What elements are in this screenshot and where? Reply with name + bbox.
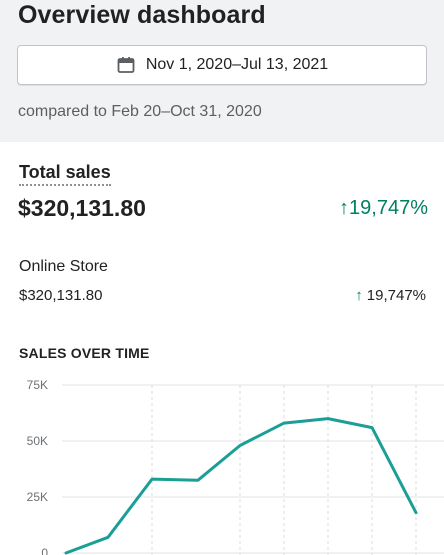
online-store-change: ↑ 19,747% (355, 287, 426, 304)
calendar-icon (116, 55, 136, 75)
chart-grid (62, 384, 444, 555)
chart-title: SALES OVER TIME (19, 345, 150, 361)
online-store-label: Online Store (19, 258, 108, 275)
sales-line (64, 417, 418, 555)
up-arrow-icon: ↑ (355, 287, 363, 304)
date-range-label: Nov 1, 2020–Jul 13, 2021 (145, 56, 329, 73)
comparison-period: compared to Feb 20–Oct 31, 2020 (18, 103, 262, 120)
online-store-change-value: 19,747% (366, 287, 426, 304)
y-tick-label: 0 (41, 546, 48, 555)
y-tick-label: 50K (27, 434, 48, 448)
y-tick-label: 75K (27, 378, 48, 392)
sales-over-time-chart[interactable]: 75K 50K 25K 0 (0, 372, 444, 555)
online-store-value: $320,131.80 (19, 287, 103, 304)
total-sales-change: ↑19,747% (339, 197, 428, 219)
total-sales-value: $320,131.80 (18, 195, 146, 221)
chart-y-axis: 75K 50K 25K 0 (27, 378, 49, 555)
header-section: Overview dashboard Nov 1, 2020–Jul 13, 2… (0, 0, 444, 142)
page-title: Overview dashboard (18, 1, 266, 29)
y-tick-label: 25K (27, 490, 48, 504)
total-sales-label[interactable]: Total sales (19, 161, 111, 186)
date-range-button[interactable]: Nov 1, 2020–Jul 13, 2021 (17, 45, 427, 85)
